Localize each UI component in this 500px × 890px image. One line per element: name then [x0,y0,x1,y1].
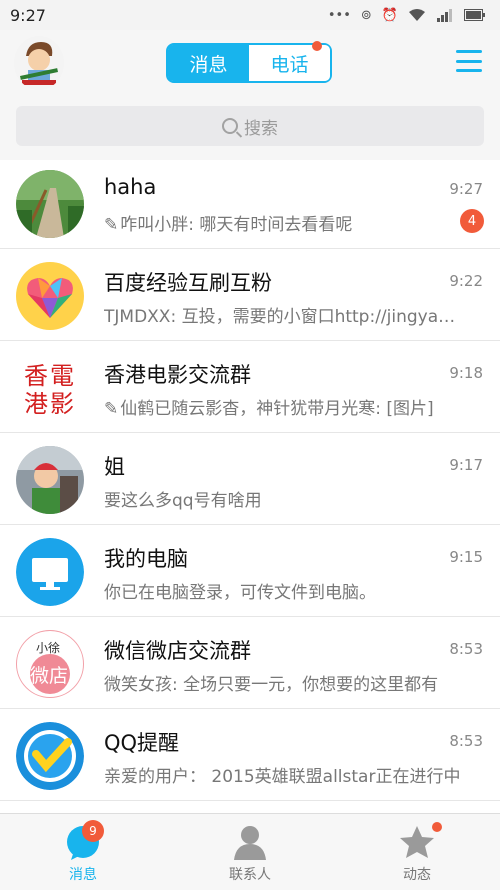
avatar-text: 小徐 [36,640,60,655]
conversation-time: 8:53 [449,640,483,658]
conversation-title: 我的电脑 [104,547,188,571]
avatar [16,262,84,330]
conversation-preview: 亲爱的用户： 2015英雄联盟allstar正在进行中 [104,767,461,787]
nav-label: 消息 [69,867,97,883]
conversation-row[interactable]: 姐 9:17 要这么多qq号有啥用 [0,433,500,525]
avatar [16,446,84,514]
conversation-row[interactable]: 香 電 港 影 香港电影交流群 9:18 ✎ 仙鹤已随云影杳，神针犹带月光寒: [… [0,341,500,433]
draft-pencil-icon: ✎ [104,215,119,235]
conversation-time: 8:53 [449,732,483,750]
conversation-title: 香港电影交流群 [104,363,251,387]
tab-messages[interactable]: 消息 [168,45,249,81]
person-icon [234,826,266,860]
search-placeholder: 搜索 [244,118,278,139]
conversation-row[interactable]: haha 9:27 ✎ 咋叫小胖: 哪天有时间去看看呢 4 [0,157,500,249]
messages-badge: 9 [82,820,104,842]
conversation-list: haha 9:27 ✎ 咋叫小胖: 哪天有时间去看看呢 4 百度经验互刷互粉 9:… [0,157,500,801]
avatar [16,538,84,606]
conversation-row[interactable]: QQ提醒 8:53 亲爱的用户： 2015英雄联盟allstar正在进行中 [0,709,500,801]
my-avatar[interactable] [14,36,64,90]
star-icon [400,826,434,858]
search-input[interactable]: 搜索 [16,106,484,146]
avatar [16,722,84,790]
segment-control: 消息 电话 [166,41,332,83]
avatar-char: 影 [50,390,74,418]
conversation-time: 9:22 [449,272,483,290]
conversation-preview: ✎ 仙鹤已随云影杳，神针犹带月光寒: [图片] [104,399,434,419]
nav-label: 联系人 [229,867,271,883]
nav-feed[interactable]: 动态 [334,814,500,890]
status-time: 9:27 [10,5,46,25]
search-area: 搜索 [0,100,500,160]
avatar: 香 電 港 影 [16,354,84,422]
conversation-preview: 要这么多qq号有啥用 [104,491,262,511]
conversation-preview: 微笑女孩: 全场只要一元，你想要的这里都有 [104,675,439,695]
menu-icon[interactable] [456,50,482,72]
avatar-char: 電 [50,362,74,390]
nav-label: 动态 [403,867,431,883]
conversation-time: 9:27 [449,180,483,198]
avatar: 小徐 微店 [16,630,84,698]
unread-badge: 4 [460,209,484,233]
draft-pencil-icon: ✎ [104,399,119,419]
signal-icon [437,9,452,22]
avatar-text: 微店 [30,665,68,687]
status-icons: ••• ⊚ ⏰ [328,8,486,22]
conversation-title: haha [104,175,157,199]
wifi-icon [409,9,425,21]
phone-notification-dot [312,41,322,51]
avatar-char: 港 [24,390,48,418]
conversation-row[interactable]: 我的电脑 9:15 你已在电脑登录，可传文件到电脑。 [0,525,500,617]
data-sync-icon: ⊚ [360,7,372,23]
avatar [16,170,84,238]
search-icon [222,118,238,134]
feed-notification-dot [432,822,442,832]
conversation-preview: TJMDXX: 互投，需要的小窗口http://jingyan.baidu.co… [104,307,464,327]
conversation-preview: 你已在电脑登录，可传文件到电脑。 [104,583,376,603]
header: 消息 电话 [0,30,500,100]
nav-messages[interactable]: 9 消息 [0,814,166,890]
alarm-icon: ⏰ [381,7,398,23]
conversation-title: 姐 [104,455,125,479]
conversation-time: 9:17 [449,456,483,474]
conversation-row[interactable]: 小徐 微店 微信微店交流群 8:53 微笑女孩: 全场只要一元，你想要的这里都有 [0,617,500,709]
bottom-nav: 9 消息 联系人 动态 [0,813,500,890]
conversation-title: 百度经验互刷互粉 [104,271,272,295]
nav-contacts[interactable]: 联系人 [167,814,333,890]
conversation-row[interactable]: 百度经验互刷互粉 9:22 TJMDXX: 互投，需要的小窗口http://ji… [0,249,500,341]
status-bar: 9:27 ••• ⊚ ⏰ [0,0,500,30]
conversation-time: 9:15 [449,548,483,566]
more-dots-icon: ••• [327,7,351,23]
conversation-title: QQ提醒 [104,731,180,755]
avatar-char: 香 [24,362,48,390]
battery-icon [464,9,485,21]
conversation-preview: ✎ 咋叫小胖: 哪天有时间去看看呢 [104,215,353,235]
conversation-title: 微信微店交流群 [104,639,251,663]
conversation-time: 9:18 [449,364,483,382]
